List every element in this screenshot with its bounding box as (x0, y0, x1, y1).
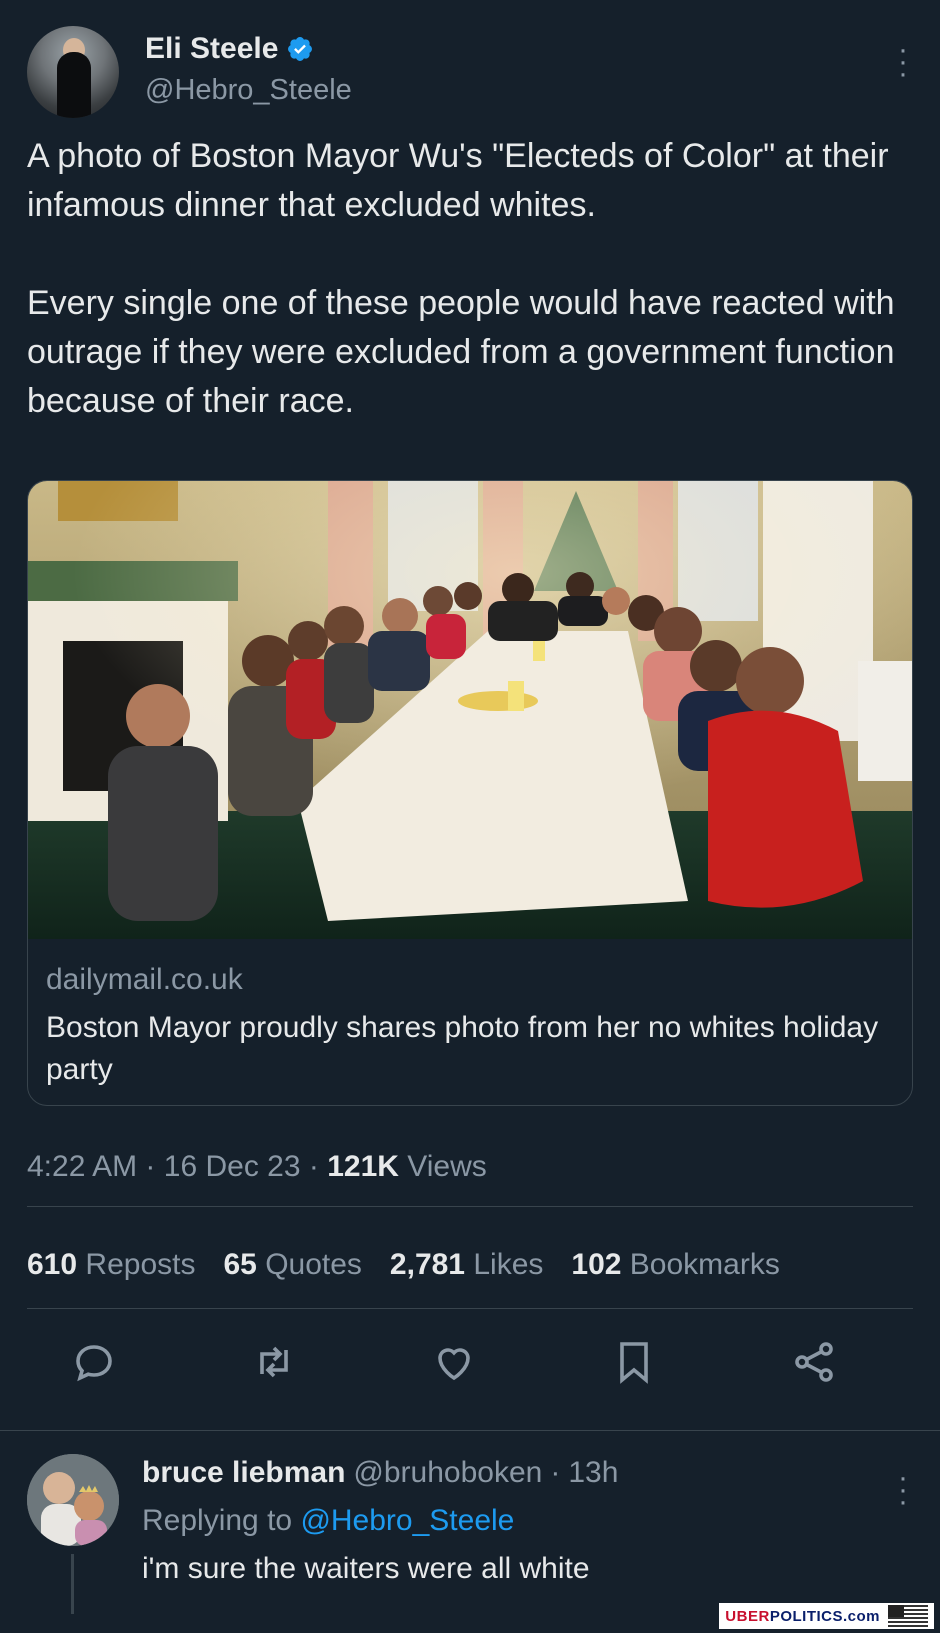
stat-count: 65 (223, 1248, 257, 1281)
watermark-part: UBER (725, 1607, 770, 1625)
action-bar (27, 1338, 913, 1398)
separator-dot: · (145, 1150, 156, 1183)
verified-badge-icon (288, 37, 313, 61)
stat-count: 2,781 (389, 1248, 465, 1281)
stat-count: 610 (27, 1248, 78, 1281)
repost-icon (260, 1346, 288, 1378)
replying-to: Replying to @Hebro_Steele (142, 1504, 514, 1538)
reply-avatar[interactable] (27, 1454, 119, 1546)
reply-header: bruce liebman @bruhoboken · 13h (142, 1456, 618, 1490)
link-card-domain: dailymail.co.uk (46, 963, 243, 996)
avatar-body-shape (57, 52, 91, 118)
link-card[interactable]: dailymail.co.uk Boston Mayor proudly sha… (27, 480, 913, 1106)
separator-dot: · (308, 1150, 319, 1183)
tweet-body: A photo of Boston Mayor Wu's "Electeds o… (27, 132, 907, 475)
tweet-timestamp: 4:22 AM · 16 Dec 23 · 121K Views (27, 1150, 487, 1184)
stat-bookmarks[interactable]: 102 Bookmarks (571, 1248, 779, 1282)
engagement-stats: 610 Reposts 65 Quotes 2,781 Likes 102 Bo… (27, 1248, 780, 1282)
reply-divider (0, 1430, 940, 1431)
stat-likes[interactable]: 2,781 Likes (390, 1248, 543, 1282)
stat-label: Likes (473, 1248, 544, 1281)
tweet-paragraph: A photo of Boston Mayor Wu's "Electeds o… (27, 137, 889, 224)
watermark-part: POLITICS (769, 1607, 843, 1625)
replying-to-mention[interactable]: @Hebro_Steele (300, 1504, 514, 1537)
stat-reposts[interactable]: 610 Reposts (27, 1248, 195, 1282)
like-button[interactable] (430, 1338, 478, 1386)
reply-avatar-photo (27, 1454, 119, 1546)
link-card-meta: dailymail.co.uk Boston Mayor proudly sha… (46, 963, 896, 1091)
thread-line (71, 1554, 74, 1614)
reply-icon (76, 1345, 112, 1382)
views-count: 121K (327, 1150, 399, 1183)
divider (27, 1206, 913, 1207)
repost-button[interactable] (250, 1338, 298, 1386)
reply-display-name[interactable]: bruce liebman (142, 1456, 345, 1490)
tweet-date[interactable]: 16 Dec 23 (164, 1150, 301, 1183)
author-handle[interactable]: @Hebro_Steele (145, 74, 352, 107)
site-watermark: UBERPOLITICS.com (719, 1603, 934, 1629)
us-flag-icon (888, 1605, 928, 1627)
tweet-paragraph: Every single one of these people would h… (27, 284, 895, 420)
stat-label: Bookmarks (629, 1248, 780, 1281)
watermark-text: UBERPOLITICS.com (725, 1608, 880, 1625)
link-card-title[interactable]: Boston Mayor proudly shares photo from h… (46, 1007, 896, 1091)
divider (27, 1308, 913, 1309)
reply-handle[interactable]: @bruhoboken (353, 1456, 542, 1490)
more-options-icon[interactable]: · · · (893, 35, 913, 89)
reply-button[interactable] (70, 1338, 118, 1386)
reply-text: i'm sure the waiters were all white (142, 1552, 590, 1585)
author-display-name[interactable]: Eli Steele (145, 32, 278, 66)
stat-label: Quotes (265, 1248, 362, 1281)
heart-icon (438, 1348, 470, 1381)
replying-to-label: Replying to (142, 1504, 293, 1537)
tweet-time[interactable]: 4:22 AM (27, 1150, 137, 1183)
views-label: Views (407, 1150, 487, 1183)
separator-dot: · (550, 1456, 561, 1489)
tweet-header: Eli Steele @Hebro_Steele · · · (27, 22, 913, 118)
share-button[interactable] (790, 1338, 838, 1386)
bookmark-icon (620, 1342, 648, 1384)
bookmark-button[interactable] (610, 1338, 658, 1386)
stat-count: 102 (571, 1248, 622, 1281)
author-avatar[interactable] (27, 26, 119, 118)
share-icon (795, 1342, 833, 1382)
stat-quotes[interactable]: 65 Quotes (223, 1248, 361, 1282)
dinner-party-photo[interactable] (28, 481, 913, 939)
author-name-row: Eli Steele (145, 32, 314, 66)
reply-time[interactable]: 13h (568, 1456, 618, 1490)
stat-label: Reposts (85, 1248, 196, 1281)
watermark-part: .com (842, 1607, 880, 1625)
reply-more-options-icon[interactable]: · · · (893, 1463, 913, 1517)
